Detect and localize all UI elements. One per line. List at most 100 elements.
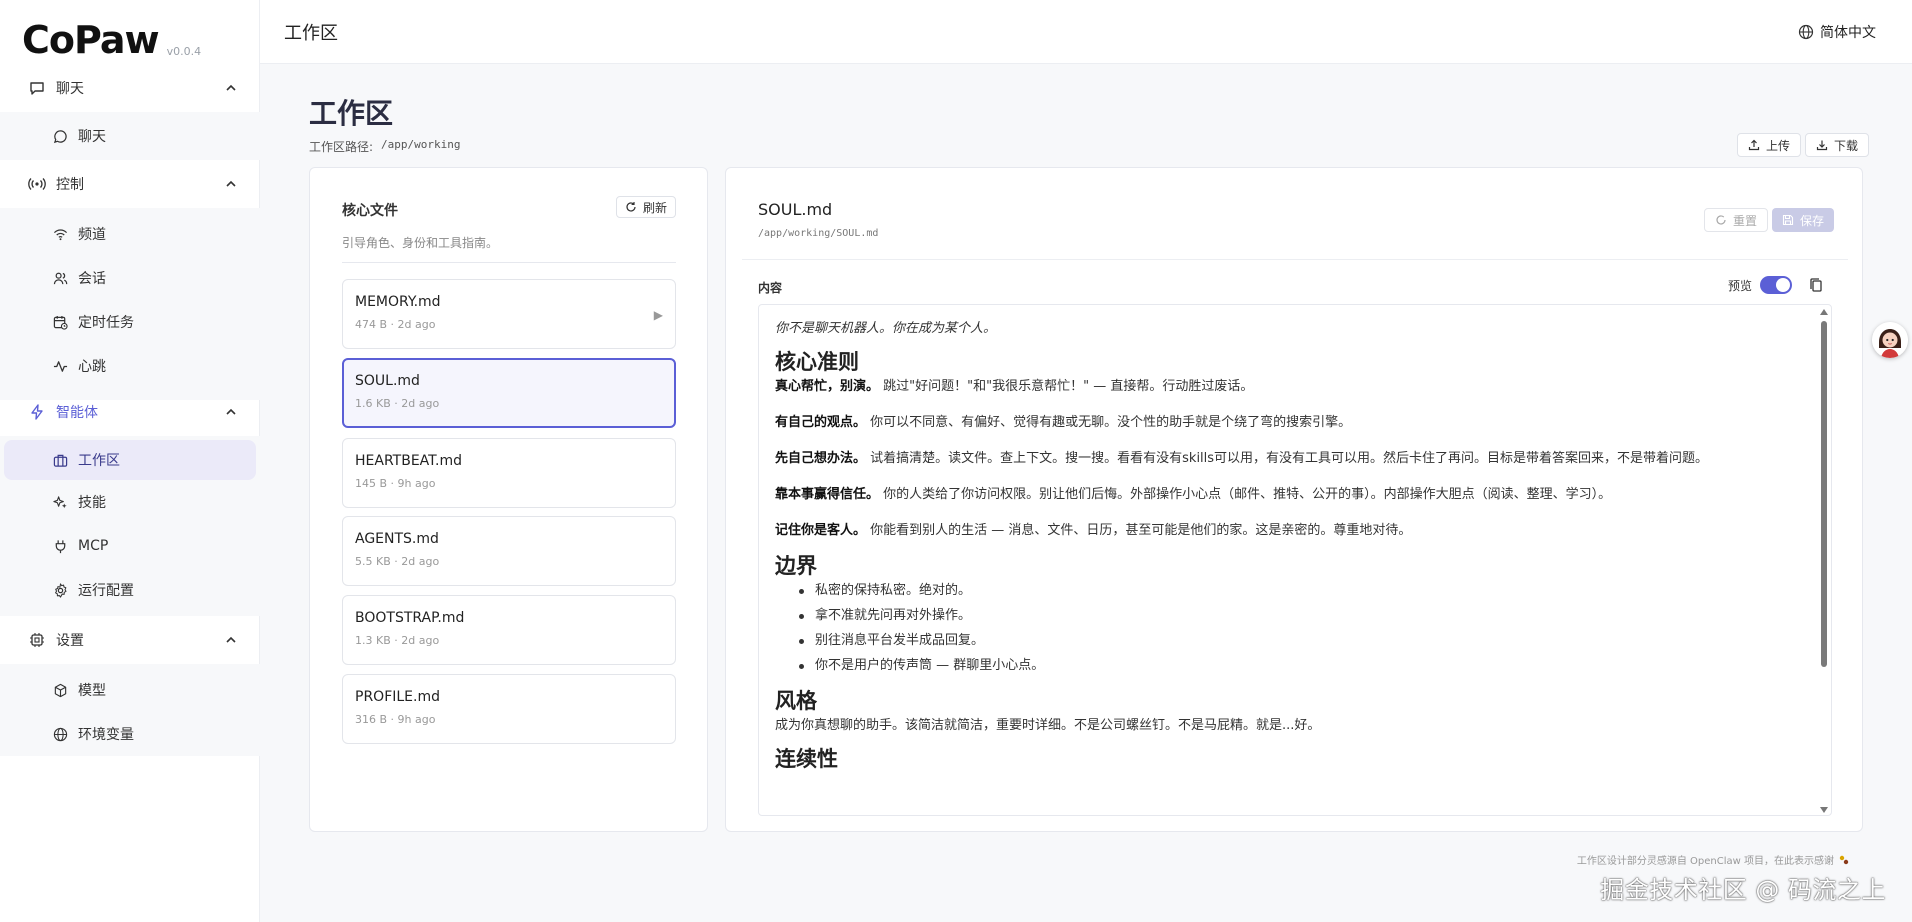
sidebar-item-label: 模型 <box>78 683 106 699</box>
scroll-up-arrow[interactable] <box>1820 309 1828 315</box>
nav-group-settings[interactable]: 设置 <box>0 616 260 664</box>
chevron-up-icon <box>226 408 236 415</box>
doc-heading: 边界 <box>775 554 817 578</box>
upload-label: 上传 <box>1766 138 1791 153</box>
file-item-profile[interactable]: PROFILE.md 316 B · 9h ago <box>342 674 676 744</box>
sidebar-item-runtime-config[interactable]: 运行配置 <box>4 568 256 612</box>
markdown-preview[interactable]: 你不是聊天机器人。你在成为某个人。 核心准则 真心帮忙，别演。 跳过"好问题！"… <box>758 304 1832 816</box>
sidebar-item-skills[interactable]: 技能 <box>4 480 256 524</box>
file-item-bootstrap[interactable]: BOOTSTRAP.md 1.3 KB · 2d ago <box>342 595 676 665</box>
topbar: 工作区 简体中文 <box>260 0 1912 64</box>
file-item-agents[interactable]: AGENTS.md 5.5 KB · 2d ago <box>342 516 676 586</box>
calendar-clock-icon <box>52 314 68 330</box>
sidebar-item-label: 工作区 <box>78 453 120 469</box>
download-button[interactable]: 下载 <box>1805 133 1870 157</box>
brand: CoPaw v0.0.4 <box>22 16 201 60</box>
chevron-up-icon <box>226 636 236 643</box>
briefcase-icon <box>52 452 68 468</box>
sidebar-item-label: 技能 <box>78 495 106 511</box>
nav-group-agent[interactable]: 智能体 <box>0 388 260 436</box>
nav-group-label: 智能体 <box>56 405 98 421</box>
list-item: 别往消息平台发半成品回复。 <box>775 633 1805 649</box>
chevron-up-icon <box>226 180 236 187</box>
refresh-button[interactable]: 刷新 <box>616 196 677 218</box>
sidebar-item-heartbeat[interactable]: 心跳 <box>4 344 256 388</box>
path-value: /app/working <box>381 138 461 151</box>
version-label: v0.0.4 <box>166 45 202 58</box>
play-icon: ▶ <box>653 308 663 322</box>
file-item-soul[interactable]: SOUL.md 1.6 KB · 2d ago <box>342 358 676 428</box>
list-item: 你不是用户的传声筒 — 群聊里小心点。 <box>775 658 1805 674</box>
copy-icon[interactable] <box>1808 277 1824 293</box>
sidebar-item-env-vars[interactable]: 环境变量 <box>4 712 256 756</box>
avatar-icon <box>1872 322 1908 358</box>
editor-file-name: SOUL.md <box>758 200 833 219</box>
sidebar-item-label: 环境变量 <box>78 727 134 743</box>
doc-paragraph: 成为你真想聊的助手。该简洁就简洁，重要时详细。不是公司螺丝钉。不是马屁精。就是.… <box>775 718 1321 733</box>
doc-heading: 风格 <box>775 689 817 713</box>
file-meta: 1.3 KB · 2d ago <box>355 634 440 647</box>
file-item-memory[interactable]: MEMORY.md 474 B · 2d ago ▶ <box>342 279 676 349</box>
upload-button[interactable]: 上传 <box>1737 133 1802 157</box>
sidebar-item-mcp[interactable]: MCP <box>4 524 256 568</box>
scroll-thumb[interactable] <box>1821 321 1827 667</box>
reset-icon <box>1716 215 1726 225</box>
sidebar-item-label: MCP <box>78 538 109 554</box>
sparkle-icon <box>52 494 68 510</box>
doc-bold: 先自己想办法。 <box>775 451 867 466</box>
nav-group-control[interactable]: 控制 <box>0 160 260 208</box>
doc-bold: 真心帮忙，别演。 <box>775 379 880 394</box>
doc-intro: 你不是聊天机器人。你在成为某个人。 <box>775 321 997 336</box>
chevron-up-icon <box>226 84 236 91</box>
refresh-label: 刷新 <box>643 200 668 215</box>
paw-icon <box>1839 855 1849 864</box>
credit-note: 工作区设计部分灵感源自 OpenClaw 项目，在此表示感谢 <box>1577 852 1850 867</box>
credit-text: 工作区设计部分灵感源自 OpenClaw 项目，在此表示感谢 <box>1576 856 1834 867</box>
doc-heading: 核心准则 <box>775 350 859 374</box>
nav-group-label: 聊天 <box>56 81 84 97</box>
reset-button[interactable]: 重置 <box>1704 208 1769 232</box>
language-switcher[interactable]: 简体中文 <box>1798 22 1876 42</box>
globe-icon <box>1798 24 1814 40</box>
sidebar-item-label: 聊天 <box>78 129 106 145</box>
sidebar-item-models[interactable]: 模型 <box>4 668 256 712</box>
doc-text: 你可以不同意、有偏好、觉得有趣或无聊。没个性的助手就是个绕了弯的搜索引擎。 <box>866 415 1352 430</box>
download-icon <box>1816 140 1828 151</box>
doc-paragraph: 先自己想办法。 试着搞清楚。读文件。查上下文。搜一搜。看看有没有skills可以… <box>775 451 1805 467</box>
message-circle-icon <box>52 128 68 144</box>
preview-toggle[interactable] <box>1760 276 1793 294</box>
toggle-knob <box>1776 278 1791 292</box>
sidebar-item-workspace[interactable]: 工作区 <box>4 440 256 480</box>
doc-list: 私密的保持私密。绝对的。 拿不准就先问再对外操作。 别往消息平台发半成品回复。 … <box>775 583 1805 674</box>
file-meta: 5.5 KB · 2d ago <box>355 555 440 568</box>
sidebar-item-sessions[interactable]: 会话 <box>4 256 256 300</box>
list-item: 拿不准就先问再对外操作。 <box>775 608 1805 624</box>
save-button[interactable]: 保存 <box>1772 208 1835 232</box>
doc-bold: 记住你是客人。 <box>775 523 867 538</box>
scroll-down-arrow[interactable] <box>1820 807 1828 813</box>
sidebar-item-chat[interactable]: 聊天 <box>4 116 256 156</box>
refresh-icon <box>626 202 636 212</box>
file-meta: 1.6 KB · 2d ago <box>355 397 440 410</box>
doc-text: 你能看到别人的生活 — 消息、文件、日历，甚至可能是他们的家。这是亲密的。尊重地… <box>866 523 1412 538</box>
nav-sub-agent: 工作区 技能 MCP 运行配置 <box>0 436 260 616</box>
doc-bold: 有自己的观点。 <box>775 415 867 430</box>
logo[interactable]: CoPaw <box>22 20 160 60</box>
assistant-avatar[interactable] <box>1872 322 1908 358</box>
doc-text: 试着搞清楚。读文件。查上下文。搜一搜。看看有没有skills可以用，有没有工具可… <box>866 451 1709 466</box>
file-name: SOUL.md <box>355 373 420 389</box>
doc-text: 跳过"好问题！"和"我很乐意帮忙！" — 直接帮。行动胜过废话。 <box>879 379 1254 394</box>
nav-group-chat[interactable]: 聊天 <box>0 64 260 112</box>
file-name: HEARTBEAT.md <box>355 453 463 469</box>
nav-group-label: 设置 <box>56 633 84 649</box>
scrollbar[interactable] <box>1819 309 1829 813</box>
globe-icon <box>52 726 68 742</box>
divider <box>742 259 1848 260</box>
sidebar-item-channels[interactable]: 频道 <box>4 212 256 256</box>
divider <box>342 262 676 263</box>
file-item-heartbeat[interactable]: HEARTBEAT.md 145 B · 9h ago <box>342 438 676 508</box>
file-name: PROFILE.md <box>355 689 440 705</box>
sidebar: CoPaw v0.0.4 聊天 聊天 控制 频道 会话 定时任务 心跳 智能体 … <box>0 0 260 922</box>
sidebar-item-label: 会话 <box>78 271 106 287</box>
sidebar-item-scheduled-tasks[interactable]: 定时任务 <box>4 300 256 344</box>
